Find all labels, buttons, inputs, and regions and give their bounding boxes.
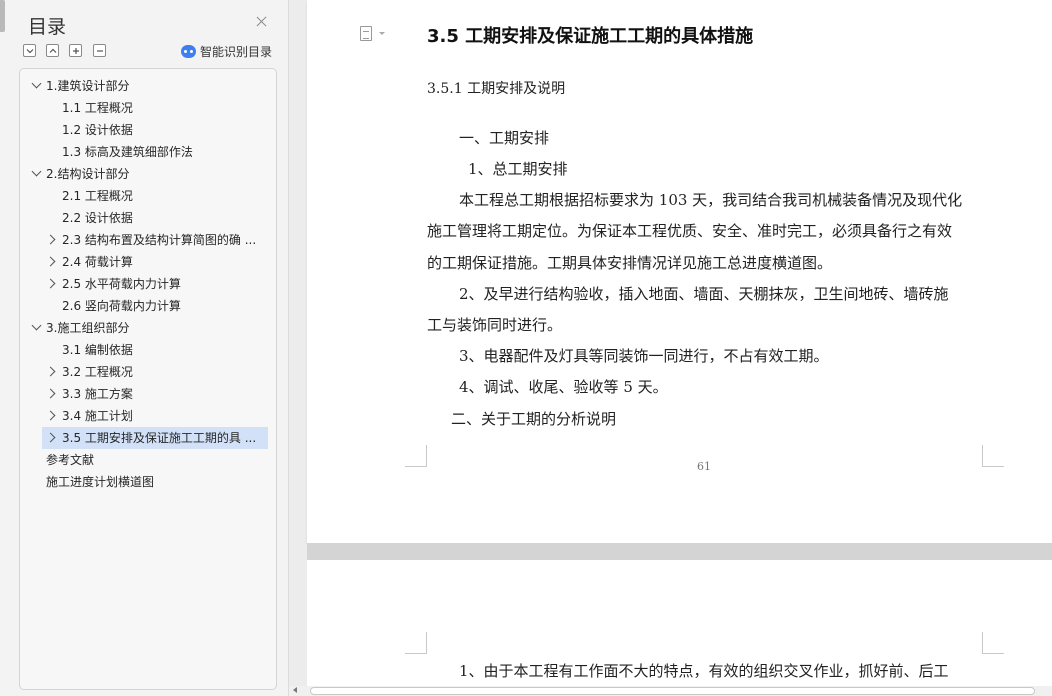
- paragraph-line: 本工程总工期根据招标要求为 103 天，我司结合我司机械装备情况及现代化: [459, 191, 963, 209]
- margin-corner-mark: [982, 632, 1004, 654]
- toc-item[interactable]: 2.1 工程概况: [20, 185, 276, 207]
- paragraph-line: 施工管理将工期定位。为保证本工程优质、安全、准时完工，必须具备行之有效: [427, 222, 953, 240]
- section-heading: 3.5 工期安排及保证施工工期的具体措施: [427, 26, 754, 47]
- toc-item[interactable]: 参考文献: [20, 449, 276, 471]
- toc-item[interactable]: 2.6 竖向荷载内力计算: [20, 295, 276, 317]
- toc-item[interactable]: 3.4 施工计划: [20, 405, 276, 427]
- toc-list: 1.建筑设计部分 1.1 工程概况 1.2 设计依据 1.3 标高及建筑细部作法…: [19, 68, 277, 690]
- chevron-right-icon[interactable]: [45, 432, 56, 443]
- remove-heading-icon[interactable]: [93, 44, 106, 57]
- paragraph-line: 2、及早进行结构验收，插入地面、墙面、天棚抹灰，卫生间地砖、墙砖施: [459, 285, 949, 303]
- document-icon[interactable]: [360, 26, 372, 41]
- toc-item[interactable]: 1.2 设计依据: [20, 119, 276, 141]
- close-icon[interactable]: [254, 14, 270, 30]
- chevron-right-icon[interactable]: [45, 388, 56, 399]
- toc-item[interactable]: 3.3 施工方案: [20, 383, 276, 405]
- toc-item[interactable]: 3.施工组织部分: [20, 317, 276, 339]
- pane-edge-handle[interactable]: [0, 0, 5, 32]
- paragraph-line: 二、关于工期的分析说明: [451, 410, 617, 428]
- toc-item[interactable]: 2.4 荷载计算: [20, 251, 276, 273]
- smart-toc-button[interactable]: 智能识别目录: [181, 43, 272, 60]
- margin-corner-mark: [982, 445, 1004, 467]
- chevron-right-icon[interactable]: [45, 410, 56, 421]
- ai-recognize-icon: [181, 45, 196, 58]
- page-number: 61: [697, 460, 711, 473]
- paragraph-line: 的工期保证措施。工期具体安排情况详见施工总进度横道图。: [427, 254, 833, 272]
- paragraph-line: 4、调试、收尾、验收等 5 天。: [459, 378, 668, 396]
- paragraph-line: 3、电器配件及灯具等同装饰一同进行，不占有效工期。: [459, 347, 829, 365]
- add-heading-icon[interactable]: [69, 44, 82, 57]
- chevron-down-icon[interactable]: [31, 320, 42, 331]
- toc-title: 目录: [28, 16, 67, 38]
- subsection-heading: 3.5.1 工期安排及说明: [427, 81, 566, 97]
- toc-pane: 目录 智能识别目录 1.建筑设计部分 1.1 工程概况 1.2 设计依据 1.3…: [0, 0, 289, 696]
- paragraph-line: 工与装饰同时进行。: [427, 316, 563, 334]
- toc-item[interactable]: 2.结构设计部分: [20, 163, 276, 185]
- paragraph-line: 一、工期安排: [459, 129, 550, 147]
- chevron-down-icon[interactable]: [31, 166, 42, 177]
- scroll-left-arrow-icon[interactable]: [293, 687, 297, 693]
- toc-item-selected[interactable]: 3.5 工期安排及保证施工工期的具 ...: [42, 427, 268, 449]
- caret-down-icon[interactable]: [379, 32, 385, 35]
- horizontal-scroll-thumb[interactable]: [310, 687, 1035, 695]
- paragraph-line: 1、总工期安排: [468, 160, 568, 178]
- toc-item[interactable]: 2.5 水平荷载内力计算: [20, 273, 276, 295]
- chevron-down-icon[interactable]: [31, 78, 42, 89]
- paragraph-line: 1、由于本工程有工作面不大的特点，有效的组织交叉作业，抓好前、后工: [459, 662, 949, 680]
- chevron-right-icon[interactable]: [45, 234, 56, 245]
- toc-item[interactable]: 1.1 工程概况: [20, 97, 276, 119]
- toc-item[interactable]: 3.2 工程概况: [20, 361, 276, 383]
- toc-item[interactable]: 3.1 编制依据: [20, 339, 276, 361]
- smart-toc-label: 智能识别目录: [200, 45, 273, 59]
- page-margin: [289, 0, 307, 696]
- margin-corner-mark: [405, 445, 427, 467]
- collapse-all-icon[interactable]: [23, 44, 36, 57]
- chevron-right-icon[interactable]: [45, 366, 56, 377]
- toc-item[interactable]: 施工进度计划横道图: [20, 471, 276, 493]
- chevron-right-icon[interactable]: [45, 278, 56, 289]
- toc-item[interactable]: 1.建筑设计部分: [20, 75, 276, 97]
- expand-all-icon[interactable]: [46, 44, 59, 57]
- page-separator: [307, 543, 1052, 560]
- chevron-right-icon[interactable]: [45, 256, 56, 267]
- toc-item[interactable]: 2.3 结构布置及结构计算简图的确 ...: [20, 229, 276, 251]
- margin-corner-mark: [405, 632, 427, 654]
- toc-item[interactable]: 2.2 设计依据: [20, 207, 276, 229]
- toc-item[interactable]: 1.3 标高及建筑细部作法: [20, 141, 276, 163]
